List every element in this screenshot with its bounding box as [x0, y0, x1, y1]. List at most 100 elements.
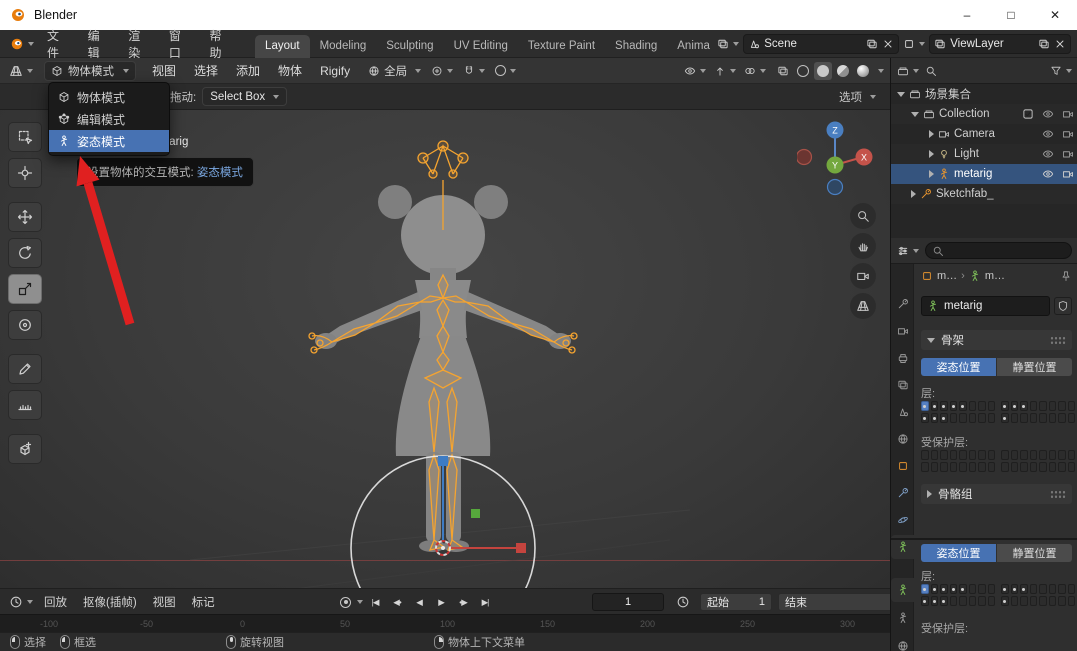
unlink-scene-icon[interactable]: [882, 38, 894, 50]
tab-world-lower[interactable]: [891, 634, 914, 651]
layer-toggle[interactable]: [1068, 584, 1076, 594]
outliner-row-scene-collection[interactable]: 场景集合: [891, 84, 1077, 104]
tool-annotate[interactable]: [8, 354, 42, 384]
collapse-icon[interactable]: [927, 338, 935, 343]
layer-toggle[interactable]: [950, 450, 958, 460]
tab-object[interactable]: [891, 454, 914, 478]
menu-select[interactable]: 选择: [186, 62, 226, 79]
layer-toggle[interactable]: [921, 401, 929, 411]
layer-toggle[interactable]: [959, 413, 967, 423]
fake-user-button[interactable]: [1054, 297, 1072, 315]
tab-object-data-lower[interactable]: [891, 578, 914, 602]
new-scene-icon[interactable]: [866, 38, 878, 50]
menu-help[interactable]: 帮助: [200, 30, 241, 58]
layer-toggle[interactable]: [988, 596, 996, 606]
layer-toggle[interactable]: [1068, 450, 1076, 460]
remove-viewlayer-icon[interactable]: [1054, 38, 1066, 50]
layer-toggle[interactable]: [978, 413, 986, 423]
tool-transform[interactable]: [8, 310, 42, 340]
eye-icon[interactable]: [1042, 128, 1054, 140]
layer-toggle[interactable]: [940, 401, 948, 411]
layer-toggle[interactable]: [978, 596, 986, 606]
scene-selector[interactable]: Scene: [743, 34, 899, 54]
pin-icon[interactable]: [1060, 270, 1072, 282]
layer-toggle[interactable]: [940, 584, 948, 594]
layer-toggle[interactable]: [921, 450, 929, 460]
panel-bone-groups[interactable]: 骨骼组: [921, 484, 1072, 504]
camera-view-button[interactable]: [850, 263, 876, 289]
tab-layout[interactable]: Layout: [255, 35, 310, 58]
tab-render[interactable]: [891, 319, 914, 343]
layer-toggle[interactable]: [1039, 584, 1047, 594]
tab-view-layer[interactable]: [891, 373, 914, 397]
expand-icon[interactable]: [929, 170, 934, 178]
tool-rotate[interactable]: [8, 238, 42, 268]
layer-toggle[interactable]: [969, 450, 977, 460]
pan-hand-button[interactable]: [850, 233, 876, 259]
layer-toggle[interactable]: [950, 596, 958, 606]
expand-icon[interactable]: [897, 92, 905, 97]
menu-view[interactable]: 视图: [144, 62, 184, 79]
tab-scene[interactable]: [891, 400, 914, 424]
pose-position-button[interactable]: 姿态位置: [921, 544, 996, 562]
checkbox-icon[interactable]: [1022, 108, 1034, 120]
layer-toggle[interactable]: [1068, 462, 1076, 472]
layer-toggle[interactable]: [940, 450, 948, 460]
layer-toggle[interactable]: [959, 596, 967, 606]
use-preview-range-icon[interactable]: [676, 595, 690, 609]
layer-toggle[interactable]: [921, 584, 929, 594]
frame-end-field[interactable]: 结束: [778, 593, 890, 611]
layer-toggle[interactable]: [931, 413, 939, 423]
layer-toggle[interactable]: [959, 401, 967, 411]
layer-toggle[interactable]: [1001, 596, 1009, 606]
panel-grip-icon[interactable]: [1050, 336, 1066, 345]
xray-toggle[interactable]: [774, 62, 792, 80]
tab-sculpting[interactable]: Sculpting: [376, 35, 443, 58]
camera-restrict-icon[interactable]: [1062, 168, 1074, 180]
layer-toggle[interactable]: [1039, 462, 1047, 472]
layer-toggle[interactable]: [921, 413, 929, 423]
pose-position-button[interactable]: 姿态位置: [921, 358, 996, 376]
layer-toggle[interactable]: [1049, 596, 1057, 606]
eye-icon[interactable]: [1042, 148, 1054, 160]
collapse-icon[interactable]: [927, 490, 932, 498]
layer-toggle[interactable]: [1001, 584, 1009, 594]
menu-item-object-mode[interactable]: 物体模式: [49, 86, 169, 108]
layer-toggle[interactable]: [1058, 584, 1066, 594]
camera-restrict-icon[interactable]: [1062, 108, 1074, 120]
tool-move[interactable]: [8, 202, 42, 232]
layer-toggle[interactable]: [921, 596, 929, 606]
perspective-toggle-button[interactable]: [850, 293, 876, 319]
layer-toggle[interactable]: [1030, 401, 1038, 411]
layer-toggle[interactable]: [1030, 596, 1038, 606]
auto-keying-button[interactable]: [340, 597, 351, 608]
tab-physics[interactable]: [891, 508, 914, 532]
shading-wireframe-button[interactable]: [794, 62, 812, 80]
layer-toggle[interactable]: [950, 584, 958, 594]
editor-divider[interactable]: [891, 538, 1077, 540]
datablock-name-field[interactable]: metarig: [921, 296, 1050, 316]
tab-modifiers[interactable]: [891, 481, 914, 505]
panel-skeleton[interactable]: 骨架: [921, 330, 1072, 350]
outliner-row-camera[interactable]: Camera: [891, 124, 1077, 144]
breadcrumb-object[interactable]: m…: [937, 270, 957, 282]
prev-keyframe-button[interactable]: ◀•: [387, 593, 407, 611]
proportional-editing-dropdown[interactable]: [495, 65, 516, 76]
outliner-editor-type-button[interactable]: [897, 65, 919, 77]
layer-toggle[interactable]: [1039, 413, 1047, 423]
scene-browse-button[interactable]: [717, 38, 739, 50]
layer-toggle[interactable]: [978, 401, 986, 411]
layer-toggle[interactable]: [1001, 462, 1009, 472]
menu-add[interactable]: 添加: [228, 62, 268, 79]
drag-mode-dropdown[interactable]: Select Box: [202, 87, 287, 106]
layer-toggle[interactable]: [1020, 596, 1028, 606]
expand-icon[interactable]: [911, 112, 919, 117]
layer-toggle[interactable]: [1068, 401, 1076, 411]
menu-edit[interactable]: 编辑: [79, 30, 120, 58]
layer-toggle[interactable]: [931, 450, 939, 460]
layer-toggle[interactable]: [969, 401, 977, 411]
menu-file[interactable]: 文件: [38, 30, 79, 58]
rest-position-button[interactable]: 静置位置: [997, 544, 1072, 562]
filter-button[interactable]: [1050, 65, 1072, 77]
layer-toggle[interactable]: [1039, 450, 1047, 460]
